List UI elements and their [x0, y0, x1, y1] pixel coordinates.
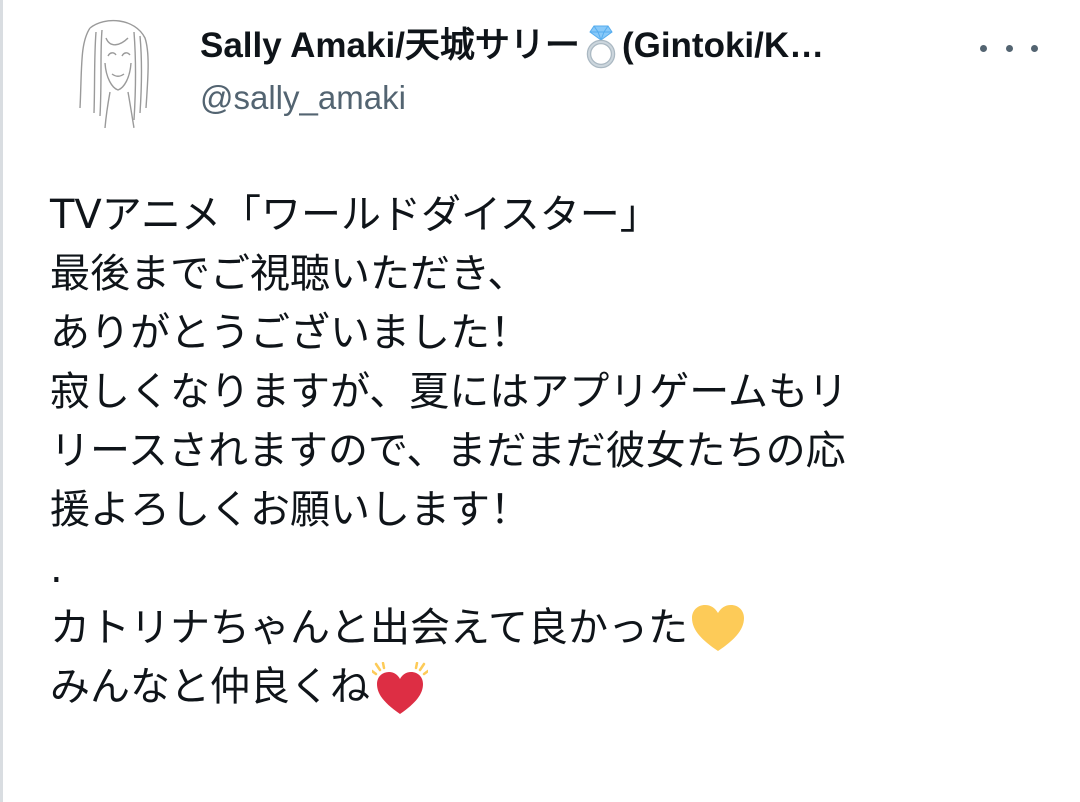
author-display-name[interactable]: Sally Amaki/天城サリー (Gintoki/K… [200, 20, 960, 72]
display-name-suffix: (Gintoki/K… [621, 26, 825, 65]
tweet-line-text: ありがとうございました！ [50, 310, 530, 356]
tweet-line: . [50, 540, 1040, 599]
tweet-line-text: 最後までご視聴いただき、 [50, 251, 528, 297]
display-name-text: Sally Amaki/天城サリー [200, 26, 580, 65]
yellow-heart-icon [690, 603, 746, 655]
tweet-line: 最後までご視聴いただき、 [50, 245, 1040, 304]
more-dot-icon [980, 44, 987, 52]
tweet-header: Sally Amaki/天城サリー (Gintoki/K… @sally_ama… [200, 20, 960, 120]
tweet-line: ありがとうございました！ [50, 304, 1040, 363]
more-options-button[interactable] [980, 30, 1038, 66]
more-dot-icon [1031, 44, 1038, 52]
tweet-card: Sally Amaki/天城サリー (Gintoki/K… @sally_ama… [0, 0, 1080, 802]
avatar-sketch-icon [79, 19, 149, 129]
tweet-line: みんなと仲良くね [50, 658, 1040, 717]
tweet-line-text: リースされますので、まだまだ彼女たちの応 [50, 428, 846, 474]
tweet-line: カトリナちゃんと出会えて良かった [50, 599, 1040, 658]
tweet-line: 援よろしくお願いします！ [50, 481, 1040, 540]
author-handle[interactable]: @sally_amaki [200, 76, 960, 120]
more-dot-icon [1005, 44, 1013, 52]
tweet-text: TVアニメ「ワールドダイスター」 最後までご視聴いただき、 ありがとうございまし… [50, 186, 1040, 717]
beating-heart-icon [370, 661, 430, 714]
tweet-line: TVアニメ「ワールドダイスター」 [50, 186, 1040, 245]
tweet-line-text: みんなと仲良くね [50, 664, 370, 710]
avatar[interactable] [50, 8, 174, 132]
tweet-line-text: 寂しくなりますが、夏にはアプリゲームもリ [50, 369, 848, 415]
tweet-line: リースされますので、まだまだ彼女たちの応 [50, 422, 1040, 481]
tweet-line-text: カトリナちゃんと出会えて良かった [50, 605, 688, 651]
ring-icon [582, 23, 620, 69]
tweet-line-text: 援よろしくお願いします！ [50, 487, 530, 533]
tweet-line-text: . [50, 546, 63, 592]
tweet-line-text: TVアニメ「ワールドダイスター」 [50, 192, 660, 238]
tweet-line: 寂しくなりますが、夏にはアプリゲームもリ [50, 363, 1040, 422]
